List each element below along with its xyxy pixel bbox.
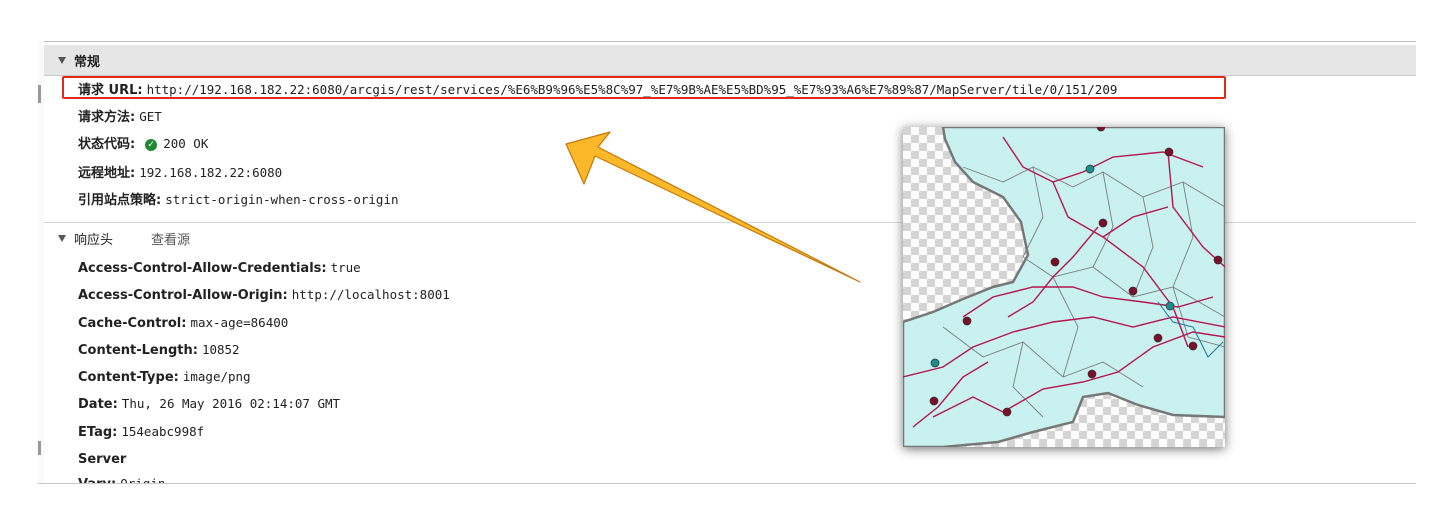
header-key: Date:	[78, 397, 118, 412]
collapse-triangle-icon[interactable]	[58, 56, 66, 64]
status-code-row: 状态代码: ✓ 200 OK	[78, 135, 208, 154]
remote-address-key: 远程地址:	[78, 166, 136, 181]
gutter-mark	[38, 85, 41, 103]
header-key: Access-Control-Allow-Origin:	[78, 288, 288, 303]
header-row: Cache-Control: max-age=86400	[78, 314, 288, 333]
header-key: Access-Control-Allow-Credentials:	[78, 261, 327, 276]
header-row: ETag: 154eabc998f	[78, 423, 204, 442]
referrer-policy-value[interactable]: strict-origin-when-cross-origin	[165, 192, 398, 207]
map-tile-image	[903, 127, 1225, 447]
header-row: Server	[78, 450, 130, 469]
remote-address-value[interactable]: 192.168.182.22:6080	[139, 165, 282, 180]
header-row: Date: Thu, 26 May 2016 02:14:07 GMT	[78, 395, 340, 414]
referrer-policy-key: 引用站点策略:	[78, 193, 162, 208]
request-method-key: 请求方法:	[78, 110, 136, 125]
header-row: Content-Type: image/png	[78, 368, 251, 387]
request-method-row: 请求方法: GET	[78, 108, 162, 127]
request-method-value[interactable]: GET	[139, 109, 162, 124]
header-value[interactable]: image/png	[183, 369, 251, 384]
gutter-mark	[38, 441, 41, 455]
header-key: ETag:	[78, 425, 118, 440]
header-value[interactable]: http://localhost:8001	[292, 287, 450, 302]
header-value[interactable]: max-age=86400	[190, 315, 288, 330]
remote-address-row: 远程地址: 192.168.182.22:6080	[78, 164, 282, 183]
collapse-triangle-icon[interactable]	[58, 234, 66, 242]
view-source-link[interactable]: 查看源	[151, 229, 190, 248]
general-section-header[interactable]: 常规	[44, 45, 1416, 76]
header-value[interactable]: 10852	[202, 342, 240, 357]
header-row: Access-Control-Allow-Origin: http://local…	[78, 286, 450, 305]
referrer-policy-row: 引用站点策略: strict-origin-when-cross-origin	[78, 191, 399, 210]
general-header-label: 常规	[74, 54, 101, 70]
header-value[interactable]: 154eabc998f	[121, 424, 204, 439]
header-row: Content-Length: 10852	[78, 341, 240, 360]
panel-bottom-border	[38, 483, 1416, 484]
header-row: Access-Control-Allow-Credentials: true	[78, 259, 361, 278]
header-key: Cache-Control:	[78, 316, 187, 331]
status-code-key: 状态代码:	[78, 137, 136, 152]
header-key: Server	[78, 452, 127, 467]
header-key: Content-Length:	[78, 343, 198, 358]
header-key: Content-Type:	[78, 370, 179, 385]
check-circle-icon: ✓	[145, 139, 158, 151]
header-value[interactable]: Thu, 26 May 2016 02:14:07 GMT	[122, 396, 340, 411]
response-headers-label: 响应头	[74, 232, 114, 248]
url-highlight-box	[62, 76, 1226, 99]
header-value[interactable]: true	[331, 260, 361, 275]
status-code-value[interactable]: 200 OK	[163, 136, 208, 151]
arrow-icon	[565, 131, 861, 283]
